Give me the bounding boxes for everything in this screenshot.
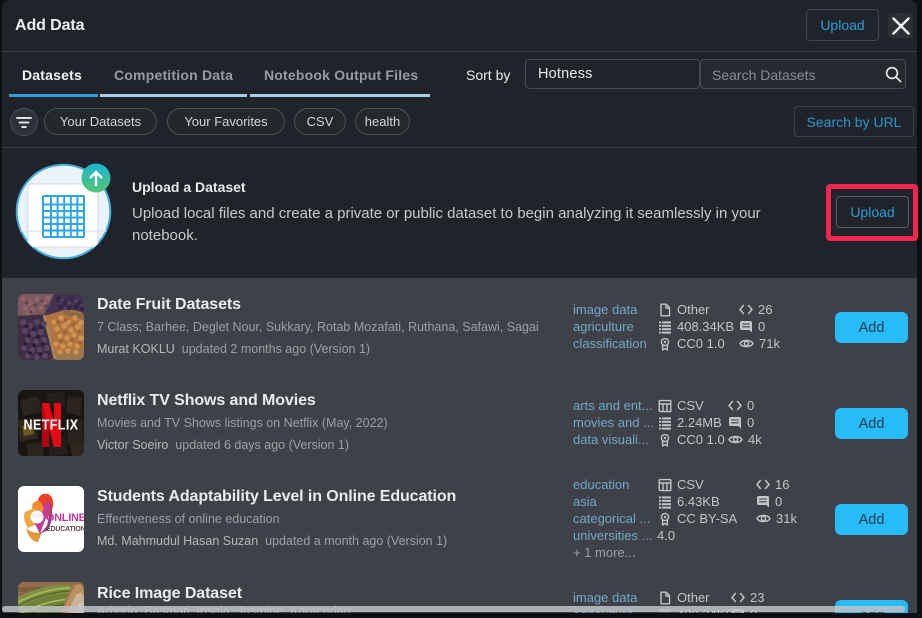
- svg-text:NETFLIX: NETFLIX: [24, 417, 79, 433]
- svg-text:ONLINE: ONLINE: [46, 512, 84, 524]
- svg-text:EDUCATION: EDUCATION: [46, 526, 84, 533]
